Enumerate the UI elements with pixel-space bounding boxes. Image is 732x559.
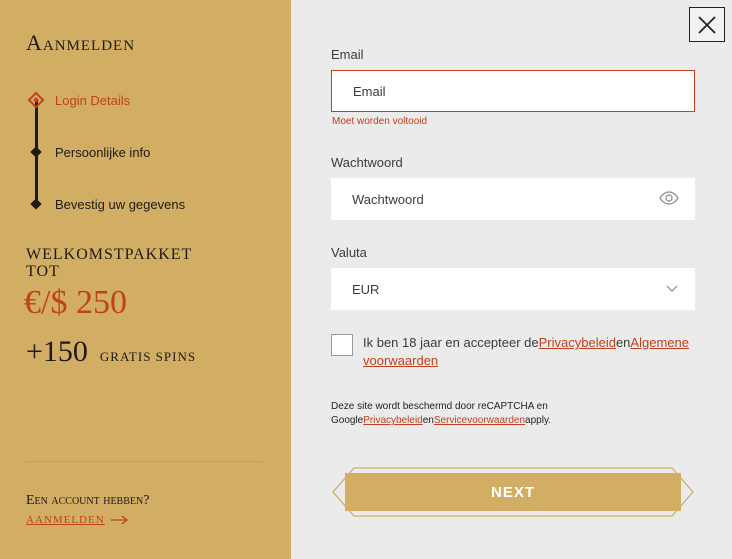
promo-spins: +150 gratis spins: [26, 335, 196, 369]
promo-spins-label: gratis spins: [99, 349, 197, 364]
chevron-down-icon: [666, 285, 678, 292]
recaptcha-text-2: en: [422, 415, 434, 426]
step-login-details: Login Details: [26, 88, 130, 112]
email-label: Email: [331, 47, 364, 62]
password-placeholder: Wachtwoord: [352, 191, 424, 207]
account-question: Een account hebben?: [26, 493, 150, 508]
currency-value: EUR: [352, 281, 380, 297]
currency-label: Valuta: [331, 245, 367, 260]
password-label: Wachtwoord: [331, 155, 403, 170]
email-field[interactable]: Email: [331, 70, 695, 112]
divider: [26, 461, 262, 462]
close-button[interactable]: [689, 7, 725, 42]
step-label: Persoonlijke info: [55, 144, 151, 160]
step-personal-info: Persoonlijke info: [26, 140, 150, 164]
step-active-diamond-icon: [26, 90, 46, 110]
stepper: Login Details Persoonlijke info Bevestig…: [26, 88, 266, 218]
promo-heading: Welkomstpakket tot: [26, 246, 193, 280]
close-icon: [698, 15, 716, 34]
page-title: Aanmelden: [26, 30, 136, 55]
next-button-frame: NEXT: [332, 467, 694, 517]
promo-spins-count: +150: [26, 335, 88, 368]
next-button[interactable]: NEXT: [345, 473, 681, 511]
arrow-right-icon: [110, 515, 128, 525]
consent-text: Ik ben 18 jaar en accepteer dePrivacybel…: [363, 334, 695, 370]
recaptcha-text-3: apply.: [525, 415, 551, 426]
step-diamond-icon: [26, 142, 46, 162]
recaptcha-terms-link[interactable]: Servicevoorwaarden: [434, 415, 525, 426]
recaptcha-privacy-link[interactable]: Privacybeleid: [363, 415, 422, 426]
eye-icon[interactable]: [659, 191, 679, 205]
step-label: Login Details: [55, 92, 131, 108]
step-confirm-details: Bevestig uw gegevens: [26, 192, 185, 216]
sidebar-panel: Aanmelden Login Details Persoonlijke inf…: [0, 0, 291, 559]
email-error-message: Moet worden voltooid: [332, 116, 428, 127]
currency-select[interactable]: EUR: [331, 268, 695, 310]
step-label: Bevestig uw gegevens: [55, 196, 186, 212]
login-link-label: Aanmelden: [26, 514, 105, 526]
password-field[interactable]: Wachtwoord: [331, 178, 695, 220]
recaptcha-notice: Deze site wordt beschermd door reCAPTCHA…: [331, 400, 631, 428]
consent-row: Ik ben 18 jaar en accepteer dePrivacybel…: [331, 334, 695, 370]
privacy-policy-link[interactable]: Privacybeleid: [539, 335, 616, 350]
consent-checkbox[interactable]: [331, 334, 353, 356]
consent-text-2: en: [615, 335, 631, 350]
consent-text-1: Ik ben 18 jaar en accepteer de: [363, 335, 539, 350]
step-diamond-icon: [26, 194, 46, 214]
promo-amount: €/$ 250: [24, 284, 127, 321]
login-link[interactable]: Aanmelden: [26, 514, 129, 526]
email-placeholder: Email: [353, 83, 386, 99]
